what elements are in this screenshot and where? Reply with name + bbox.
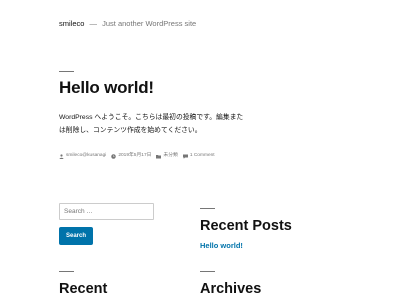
site-tagline: Just another WordPress site: [102, 19, 197, 28]
site-header: smileco — Just another WordPress site: [59, 19, 196, 29]
person-icon: [59, 153, 64, 159]
post-author[interactable]: smileco@kusanagi: [59, 152, 106, 160]
post-meta: smileco@kusanagi 2019年5月17日 未分類 1 Commen…: [59, 152, 220, 160]
recent-comments-title: Recent: [59, 281, 108, 297]
clock-icon: [111, 153, 117, 159]
post-comments[interactable]: 1 Comment: [182, 152, 215, 160]
post-category-label: 未分類: [163, 153, 178, 158]
post-title[interactable]: Hello world!: [59, 77, 154, 99]
archives-rule: [200, 271, 215, 272]
post-title-rule: [59, 71, 74, 72]
folder-icon: [156, 154, 162, 158]
search-button[interactable]: Search: [59, 227, 93, 245]
site-title-link[interactable]: smileco: [59, 19, 84, 28]
archives-title: Archives: [200, 281, 262, 297]
post-comments-label: 1 Comment: [189, 153, 215, 158]
comment-icon: [182, 154, 188, 159]
search-input[interactable]: [59, 203, 154, 220]
page: smileco — Just another WordPress site He…: [0, 0, 400, 300]
recent-posts-title: Recent Posts: [200, 218, 292, 234]
recent-posts-rule: [200, 208, 215, 209]
post-date[interactable]: 2019年5月17日: [111, 152, 151, 160]
recent-post-link[interactable]: Hello world!: [200, 241, 243, 251]
header-separator: —: [89, 19, 98, 28]
post-author-label: smileco@kusanagi: [66, 153, 107, 158]
post-content: WordPress へようこそ。こちらは最初の投稿です。編集または削除し、コンテ…: [59, 114, 244, 134]
recent-comments-rule: [59, 271, 74, 272]
post-category[interactable]: 未分類: [156, 152, 178, 160]
post-date-label: 2019年5月17日: [118, 153, 152, 158]
